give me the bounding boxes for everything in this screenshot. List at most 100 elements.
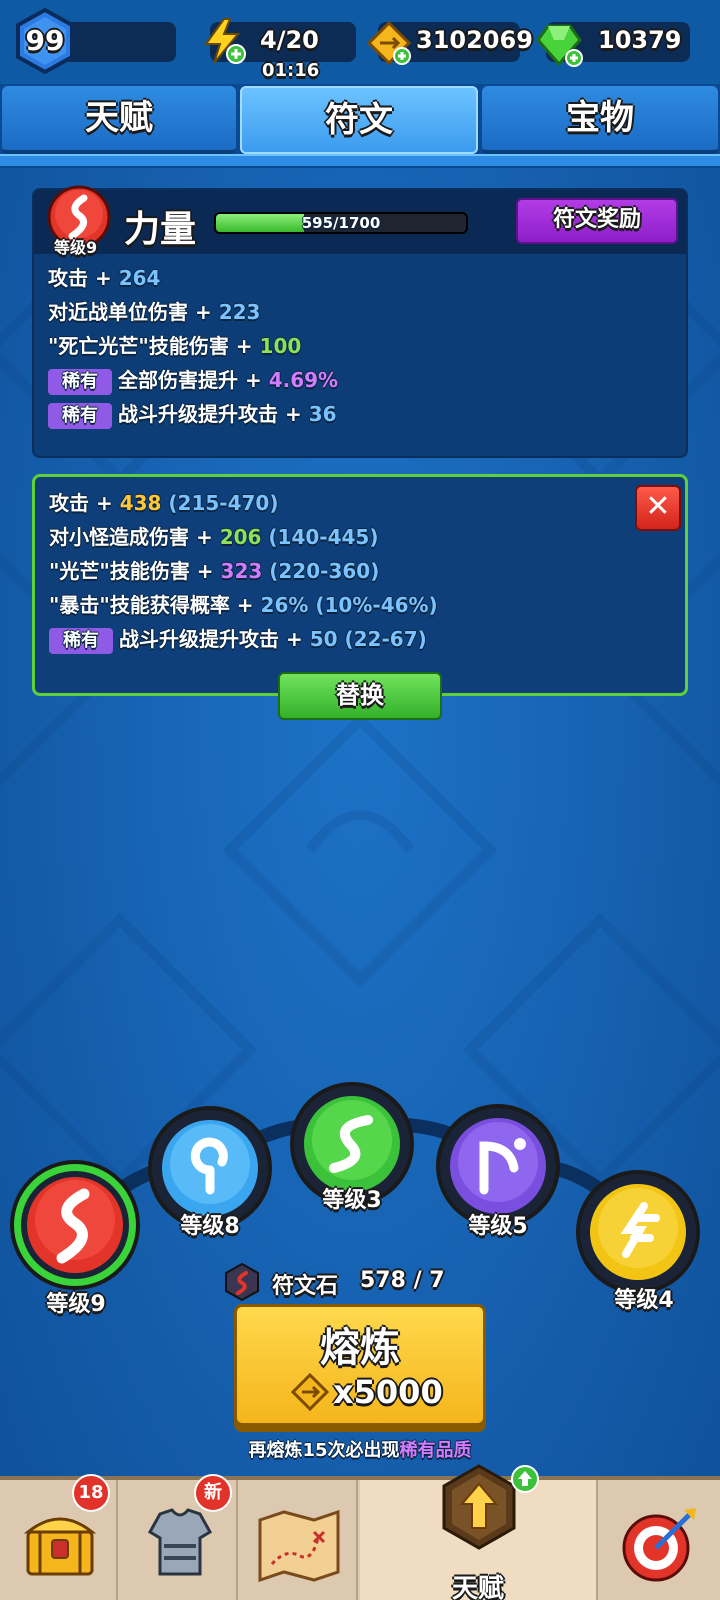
stat-line: 稀有 战斗升级提升攻击 + 36 <box>48 400 337 429</box>
strength-rune-icon <box>21 1171 129 1279</box>
smelt-button[interactable]: 熔炼 x5000 <box>234 1304 486 1426</box>
tab-label: 符文 <box>325 100 393 140</box>
nav-map[interactable] <box>240 1480 358 1600</box>
top-bar: 99 4/20 01:16 3102069 10379 <box>0 0 720 84</box>
stat-label: 战斗升级提升攻击 + <box>119 627 310 651</box>
stat-line: "光芒"技能伤害 + 323 (220-360) <box>49 557 379 585</box>
gem-count: 10379 <box>598 26 682 54</box>
runestone-label: 符文石 <box>272 1274 339 1299</box>
energy-bolt-icon[interactable] <box>198 16 248 66</box>
player-level-badge[interactable]: 99 <box>14 8 76 74</box>
stat-label: "暴击"技能获得概率 + <box>49 593 261 617</box>
armor-icon <box>147 1508 213 1576</box>
smelt-hint-text: 再熔炼15次必出现 <box>248 1440 400 1461</box>
energy-count: 4/20 <box>260 26 319 54</box>
rune-orb-level: 等级4 <box>614 1288 674 1313</box>
new-rune-panel: 攻击 + 438 (215-470) 对小怪造成伤害 + 206 (140-44… <box>32 474 688 696</box>
stat-value: 100 <box>259 334 302 358</box>
smelt-hint: 再熔炼15次必出现稀有品质 <box>0 1436 720 1462</box>
stat-line: 对小怪造成伤害 + 206 (140-445) <box>49 523 378 551</box>
smelt-hint-rarity: 稀有品质 <box>399 1440 472 1461</box>
stat-range: (22-67) <box>344 627 427 651</box>
bottom-nav: 18 新 天赋 <box>0 1464 720 1600</box>
rare-tag: 稀有 <box>48 369 112 395</box>
rune-wheel: 等级9 等级8 等级3 等级5 等级4 <box>0 1082 720 1330</box>
rune-orb-level: 等级3 <box>322 1188 382 1213</box>
claw-rune-icon <box>450 1118 546 1214</box>
rune-xp-bar: 595/1700 <box>214 212 468 234</box>
tab-treasure[interactable]: 宝物 <box>482 86 718 154</box>
rare-tag: 稀有 <box>48 403 112 429</box>
equipment-new-badge: 新 <box>194 1474 232 1512</box>
chest-badge: 18 <box>72 1474 110 1512</box>
current-rune-panel: 等级9 力量 595/1700 符文奖励 攻击 + 264 对近战单位伤害 + … <box>32 185 688 458</box>
stat-value: 36 <box>308 402 337 426</box>
stat-line: 攻击 + 264 <box>48 264 160 292</box>
tab-underline <box>0 154 720 166</box>
energy-timer: 01:16 <box>262 60 320 81</box>
stat-label: 对近战单位伤害 + <box>48 300 219 324</box>
stat-value: 438 <box>119 491 162 515</box>
stat-label: "死亡光芒"技能伤害 + <box>48 334 260 358</box>
rune-header: 等级9 力量 595/1700 符文奖励 <box>34 185 686 257</box>
rune-orb-strength[interactable] <box>10 1160 140 1290</box>
nav-talent-label: 天赋 <box>451 1574 504 1600</box>
gold-coin-icon[interactable] <box>366 20 412 66</box>
runestone-icon <box>225 1262 259 1302</box>
rare-tag: 稀有 <box>49 628 113 654</box>
stat-line: "死亡光芒"技能伤害 + 100 <box>48 332 301 360</box>
stat-value: 264 <box>118 266 161 290</box>
map-icon <box>258 1509 340 1583</box>
replace-button[interactable]: 替换 <box>278 672 442 720</box>
stat-label: 对小怪造成伤害 + <box>49 525 220 549</box>
stat-value: 223 <box>218 300 261 324</box>
stat-value: 50 <box>309 627 338 651</box>
rune-orb-level: 等级8 <box>180 1214 240 1239</box>
stat-label: 全部伤害提升 + <box>118 368 269 392</box>
nav-equipment[interactable]: 新 <box>120 1474 238 1600</box>
close-button[interactable]: ✕ <box>635 485 681 531</box>
rune-reward-button[interactable]: 符文奖励 <box>516 198 678 244</box>
nav-talent[interactable]: 天赋 <box>360 1464 598 1600</box>
rune-orb-level: 等级9 <box>46 1292 106 1317</box>
stat-line: 对近战单位伤害 + 223 <box>48 298 260 326</box>
stat-line: 稀有 战斗升级提升攻击 + 50 (22-67) <box>49 625 427 654</box>
smelt-title: 熔炼 <box>320 1325 400 1371</box>
rune-orb-lightning[interactable] <box>576 1170 700 1294</box>
player-level: 99 <box>25 24 65 57</box>
stat-line: "暴击"技能获得概率 + 26% (10%-46%) <box>49 591 438 619</box>
stat-range: (220-360) <box>269 559 380 583</box>
stat-label: "光芒"技能伤害 + <box>49 559 221 583</box>
stat-label: 战斗升级提升攻击 + <box>118 402 309 426</box>
nav-target[interactable] <box>600 1480 720 1600</box>
stat-value: 206 <box>219 525 262 549</box>
rune-level: 等级9 <box>54 238 98 257</box>
upgrade-arrow-icon <box>511 1465 539 1493</box>
rune-xp-text: 595/1700 <box>301 214 381 232</box>
nav-chest[interactable]: 18 <box>0 1474 118 1600</box>
tab-label: 天赋 <box>85 98 153 138</box>
smelt-cost: x5000 <box>333 1373 443 1411</box>
tab-rune[interactable]: 符文 <box>240 86 478 154</box>
gold-coin-icon <box>291 1373 329 1411</box>
stat-value: 26% <box>260 593 309 617</box>
stat-range: (10%-46%) <box>315 593 438 617</box>
stat-label: 攻击 + <box>48 266 119 290</box>
target-icon <box>622 1508 696 1582</box>
stat-line: 稀有 全部伤害提升 + 4.69% <box>48 366 339 395</box>
gold-count: 3102069 <box>416 26 533 54</box>
stat-line: 攻击 + 438 (215-470) <box>49 489 278 517</box>
rune-orb-level: 等级5 <box>468 1214 528 1239</box>
tab-label: 宝物 <box>566 98 634 138</box>
stat-value: 323 <box>220 559 263 583</box>
runestone-count: 578 / 7 <box>360 1268 445 1293</box>
gem-icon[interactable] <box>534 18 584 68</box>
stat-range: (215-470) <box>168 491 279 515</box>
feather-rune-icon <box>590 1184 686 1280</box>
tab-talent[interactable]: 天赋 <box>2 86 236 154</box>
treasure-chest-icon <box>23 1517 97 1576</box>
stat-range: (140-445) <box>268 525 379 549</box>
stat-label: 攻击 + <box>49 491 120 515</box>
stat-value: 4.69% <box>268 368 339 392</box>
close-icon: ✕ <box>645 489 671 524</box>
